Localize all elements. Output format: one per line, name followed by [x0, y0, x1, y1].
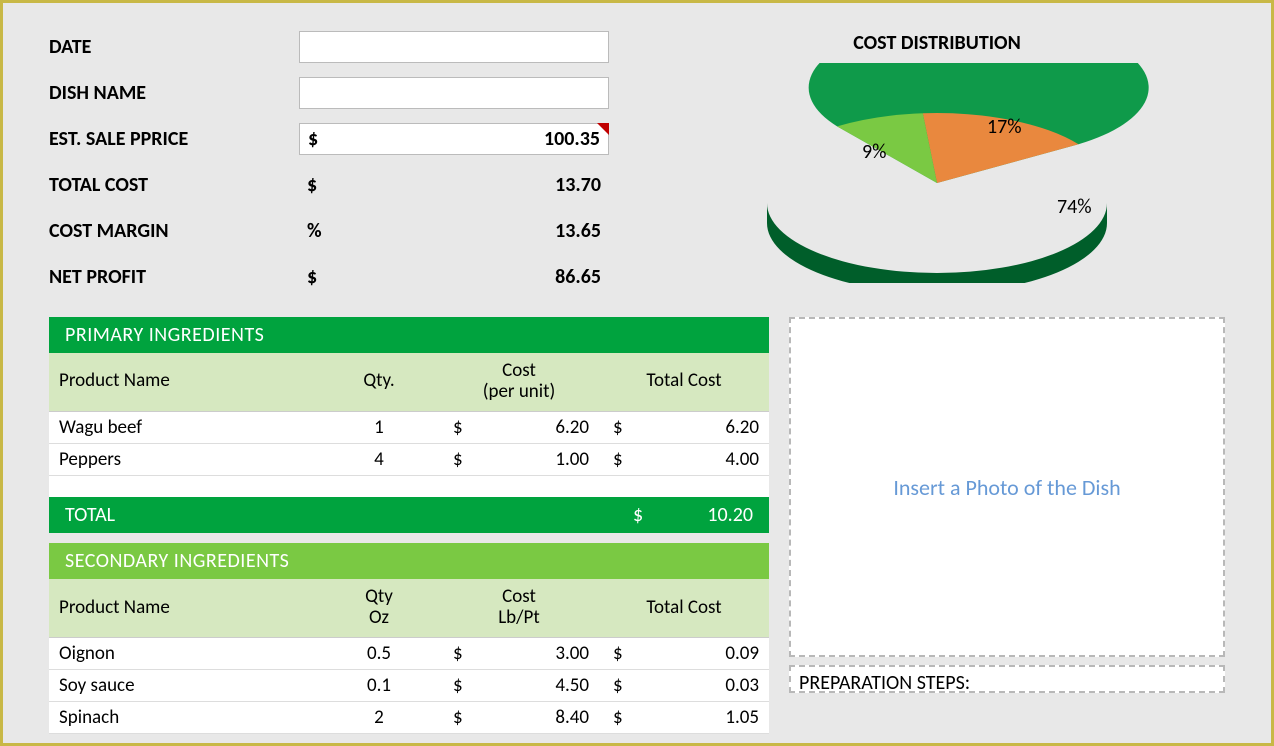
photo-placeholder-text: Insert a Photo of the Dish — [893, 474, 1120, 501]
total-label: TOTAL — [65, 503, 633, 527]
tables-column: PRIMARY INGREDIENTS Product Name Qty. Co… — [49, 317, 769, 734]
table-row[interactable]: Wagu beef 1 $6.20 $6.20 — [49, 411, 769, 443]
input-date[interactable] — [299, 31, 609, 63]
comment-marker-icon — [597, 123, 609, 135]
secondary-columns-row: Product Name Qty Oz Cost Lb/Pt Total Cos… — [49, 579, 769, 637]
pie-label-9: 9% — [862, 140, 886, 164]
total-cost-value: 13.70 — [317, 173, 601, 197]
col-cost: Cost (per unit) — [439, 353, 599, 411]
summary-row-profit: NET PROFIT $ 86.65 — [49, 261, 609, 293]
label-profit: NET PROFIT — [49, 265, 299, 289]
total-val: 10.20 — [663, 503, 753, 527]
pie-label-74: 74% — [1057, 195, 1092, 219]
table-row[interactable]: Soy sauce 0.1 $4.50 $0.03 — [49, 670, 769, 702]
input-price[interactable]: $ 100.35 — [299, 123, 609, 155]
summary-panel: DATE DISH NAME EST. SALE PPRICE $ 100.35 — [49, 31, 609, 307]
cur: $ — [449, 416, 463, 439]
profit-value: 86.65 — [317, 265, 601, 289]
profit-prefix: $ — [307, 265, 317, 289]
amt: 4.00 — [725, 448, 759, 471]
table-row[interactable]: Spinach 2 $8.40 $1.05 — [49, 702, 769, 734]
summary-row-margin: COST MARGIN % 13.65 — [49, 215, 609, 247]
col-total: Total Cost — [599, 353, 769, 411]
input-dish[interactable] — [299, 77, 609, 109]
cur: $ — [609, 448, 623, 471]
amt: 6.20 — [725, 416, 759, 439]
chart-title: COST DISTRIBUTION — [649, 31, 1225, 55]
total-cost-prefix: $ — [307, 173, 317, 197]
label-total-cost: TOTAL COST — [49, 173, 299, 197]
summary-row-dish: DISH NAME — [49, 77, 609, 109]
primary-total-row: TOTAL $ 10.20 — [49, 497, 769, 533]
bottom-area: PRIMARY INGREDIENTS Product Name Qty. Co… — [49, 317, 1225, 734]
secondary-table: Product Name Qty Oz Cost Lb/Pt Total Cos… — [49, 579, 769, 734]
prep-steps-box[interactable]: PREPARATION STEPS: — [789, 665, 1225, 693]
primary-columns-row: Product Name Qty. Cost (per unit) Total … — [49, 353, 769, 411]
secondary-header: SECONDARY INGREDIENTS — [49, 543, 769, 579]
summary-row-total-cost: TOTAL COST $ 13.70 — [49, 169, 609, 201]
label-margin: COST MARGIN — [49, 219, 299, 243]
cell-name: Spinach — [49, 702, 319, 734]
table-row[interactable]: Peppers 4 $1.00 $4.00 — [49, 443, 769, 475]
price-value: 100.35 — [318, 127, 600, 151]
cur: $ — [449, 448, 463, 471]
col-total: Total Cost — [599, 579, 769, 637]
pie-chart: 74% 17% 9% — [707, 63, 1167, 283]
cur: $ — [609, 416, 623, 439]
cell-qty: 1 — [319, 411, 439, 443]
cell-margin: % 13.65 — [299, 219, 609, 243]
cell-profit: $ 86.65 — [299, 265, 609, 289]
cell-total-cost: $ 13.70 — [299, 173, 609, 197]
prep-steps-header: PREPARATION STEPS: — [799, 671, 970, 693]
label-dish: DISH NAME — [49, 81, 299, 105]
col-qty: Qty. — [319, 353, 439, 411]
label-price: EST. SALE PPRICE — [49, 127, 299, 151]
amt: 4.50 — [555, 674, 589, 697]
cell-qty: 4 — [319, 443, 439, 475]
cur: $ — [609, 706, 623, 729]
cell-name: Oignon — [49, 638, 319, 670]
label-date: DATE — [49, 35, 299, 59]
amt: 0.03 — [725, 674, 759, 697]
pie-label-17: 17% — [987, 115, 1022, 139]
margin-prefix: % — [307, 219, 322, 243]
summary-row-date: DATE — [49, 31, 609, 63]
cur: $ — [449, 706, 463, 729]
table-row[interactable]: Oignon 0.5 $3.00 $0.09 — [49, 638, 769, 670]
col-qty: Qty Oz — [319, 579, 439, 637]
amt: 0.09 — [725, 642, 759, 665]
amt: 3.00 — [555, 642, 589, 665]
photo-placeholder[interactable]: Insert a Photo of the Dish — [789, 317, 1225, 657]
col-cost: Cost Lb/Pt — [439, 579, 599, 637]
cell-qty: 0.5 — [319, 638, 439, 670]
cell-qty: 2 — [319, 702, 439, 734]
cur: $ — [449, 674, 463, 697]
cur: $ — [609, 674, 623, 697]
top-area: DATE DISH NAME EST. SALE PPRICE $ 100.35 — [49, 31, 1225, 307]
amt: 8.40 — [555, 706, 589, 729]
page-frame: DATE DISH NAME EST. SALE PPRICE $ 100.35 — [0, 0, 1274, 746]
total-cur: $ — [633, 503, 663, 527]
margin-value: 13.65 — [322, 219, 601, 243]
amt: 6.20 — [555, 416, 589, 439]
cell-name: Wagu beef — [49, 411, 319, 443]
amt: 1.00 — [555, 448, 589, 471]
primary-table: Product Name Qty. Cost (per unit) Total … — [49, 353, 769, 497]
side-column: Insert a Photo of the Dish PREPARATION S… — [789, 317, 1225, 734]
cur: $ — [449, 642, 463, 665]
cell-qty: 0.1 — [319, 670, 439, 702]
cell-name: Peppers — [49, 443, 319, 475]
chart-area: COST DISTRIBUTION — [649, 31, 1225, 307]
col-name: Product Name — [49, 353, 319, 411]
primary-header: PRIMARY INGREDIENTS — [49, 317, 769, 353]
cell-name: Soy sauce — [49, 670, 319, 702]
summary-row-price: EST. SALE PPRICE $ 100.35 — [49, 123, 609, 155]
col-name: Product Name — [49, 579, 319, 637]
price-prefix: $ — [308, 127, 318, 151]
amt: 1.05 — [725, 706, 759, 729]
cur: $ — [609, 642, 623, 665]
spacer-row — [49, 475, 769, 497]
